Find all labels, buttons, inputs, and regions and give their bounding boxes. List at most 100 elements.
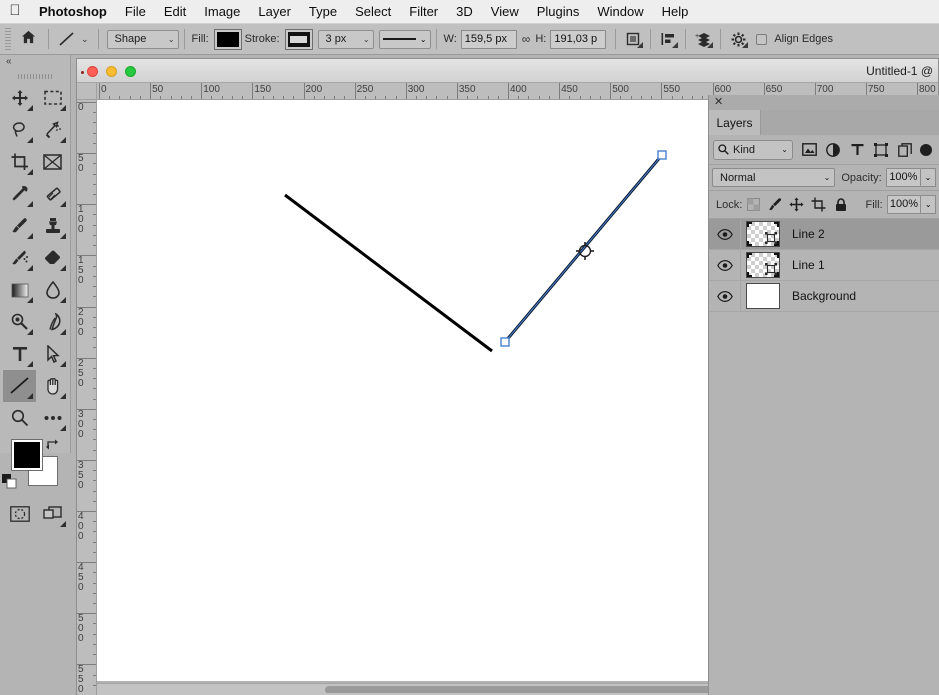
apple-logo-icon[interactable]: 	[0, 3, 30, 20]
layer-name[interactable]: Line 2	[792, 227, 825, 241]
menu-item-photoshop[interactable]: Photoshop	[30, 0, 116, 24]
brush-tool[interactable]	[3, 210, 36, 242]
close-icon[interactable]: ✕	[714, 96, 723, 108]
menu-item-window[interactable]: Window	[588, 0, 652, 24]
lock-all-icon[interactable]	[830, 194, 852, 216]
hand-tool[interactable]	[36, 370, 69, 402]
menu-item-filter[interactable]: Filter	[400, 0, 447, 24]
lasso-tool[interactable]	[3, 114, 36, 146]
filter-smart-objects-icon[interactable]	[893, 139, 917, 161]
ruler-origin-corner[interactable]	[77, 83, 97, 100]
frame-tool[interactable]	[36, 146, 69, 178]
chain-link-icon[interactable]: ∞	[517, 32, 534, 46]
filter-adjustment-layers-icon[interactable]	[821, 139, 845, 161]
fill-value[interactable]: 100%	[886, 195, 922, 214]
blend-mode-select[interactable]: Normal ⌄	[712, 168, 836, 187]
options-bar-grip[interactable]	[3, 28, 13, 50]
home-icon[interactable]	[13, 30, 43, 48]
default-colors-icon[interactable]	[2, 474, 17, 494]
menu-item-help[interactable]: Help	[653, 0, 698, 24]
gear-icon[interactable]	[726, 28, 750, 50]
shape-mode-select[interactable]: Shape ⌄	[106, 29, 179, 49]
menu-item-layer[interactable]: Layer	[249, 0, 300, 24]
path-selection-tool[interactable]	[36, 338, 69, 370]
quick-mask-icon[interactable]	[3, 498, 36, 530]
type-tool[interactable]	[3, 338, 36, 370]
swap-colors-icon[interactable]	[46, 438, 59, 453]
rectangular-marquee-tool[interactable]	[36, 82, 69, 114]
gradient-tool[interactable]	[3, 274, 36, 306]
stroke-color-swatch[interactable]	[284, 28, 313, 50]
eyedropper-tool[interactable]	[3, 178, 36, 210]
lock-image-pixels-icon[interactable]	[764, 194, 786, 216]
layer-row[interactable]: Line 1	[709, 250, 939, 281]
menu-item-image[interactable]: Image	[195, 0, 249, 24]
filter-kind-select[interactable]: Kind ⌄	[713, 139, 793, 160]
zoom-window-button[interactable]	[125, 66, 136, 77]
stroke-style-select[interactable]: ⌄	[378, 29, 431, 49]
pen-tool[interactable]	[36, 306, 69, 338]
path-alignment-icon[interactable]	[656, 28, 680, 50]
object-selection-tool[interactable]	[36, 114, 69, 146]
menu-item-plugins[interactable]: Plugins	[528, 0, 589, 24]
layer-thumbnail[interactable]	[746, 283, 780, 309]
width-input[interactable]: 159,5 px	[460, 29, 517, 49]
filter-toggle-icon[interactable]	[917, 139, 935, 161]
tab-layers[interactable]: Layers	[709, 110, 761, 135]
eraser-tool[interactable]	[36, 242, 69, 274]
menu-item-select[interactable]: Select	[346, 0, 400, 24]
clone-stamp-tool[interactable]	[36, 210, 69, 242]
transform-reference-point[interactable]	[576, 242, 594, 260]
move-tool[interactable]	[3, 82, 36, 114]
anchor-point-start[interactable]	[500, 337, 510, 347]
filter-pixel-layers-icon[interactable]	[797, 139, 821, 161]
lock-artboard-nesting-icon[interactable]	[808, 194, 830, 216]
menu-item-3d[interactable]: 3D	[447, 0, 482, 24]
path-operations-icon[interactable]	[621, 28, 645, 50]
layer-name[interactable]: Background	[792, 289, 856, 303]
close-window-button[interactable]	[87, 66, 98, 77]
healing-brush-tool[interactable]	[36, 178, 69, 210]
crop-tool[interactable]	[3, 146, 36, 178]
path-arrangement-icon[interactable]: +	[691, 28, 715, 50]
opacity-value[interactable]: 100%	[885, 168, 922, 187]
lock-transparent-pixels-icon[interactable]	[742, 194, 764, 216]
layer-thumbnail[interactable]	[746, 252, 780, 278]
history-brush-tool[interactable]	[3, 242, 36, 274]
menu-item-type[interactable]: Type	[300, 0, 346, 24]
eye-icon[interactable]	[709, 281, 741, 311]
dodge-tool[interactable]	[3, 306, 36, 338]
layer-row[interactable]: Background	[709, 281, 939, 312]
toolbox-grip[interactable]	[18, 70, 52, 82]
collapse-toolbar-button[interactable]: «	[0, 55, 70, 70]
vector-shapes-overlay[interactable]	[97, 100, 797, 681]
line-tool[interactable]	[3, 370, 36, 402]
stroke-width-select[interactable]: 3 px ⌄	[317, 29, 374, 49]
lock-position-icon[interactable]	[786, 194, 808, 216]
anchor-point-end[interactable]	[657, 150, 667, 160]
fill-stepper-chevron-icon[interactable]: ⌄	[921, 195, 937, 214]
tool-preset-caret-icon[interactable]: ⌄	[80, 34, 93, 45]
menu-item-file[interactable]: File	[116, 0, 155, 24]
line-tool-icon[interactable]	[54, 28, 80, 50]
screen-mode-icon[interactable]	[36, 498, 69, 530]
blur-tool[interactable]	[36, 274, 69, 306]
menu-item-view[interactable]: View	[482, 0, 528, 24]
foreground-color-swatch[interactable]	[11, 439, 43, 471]
filter-type-layers-icon[interactable]	[845, 139, 869, 161]
align-edges-checkbox[interactable]	[756, 33, 768, 45]
fill-color-swatch[interactable]	[213, 28, 242, 50]
layer-thumbnail[interactable]	[746, 221, 780, 247]
minimize-window-button[interactable]	[106, 66, 117, 77]
eye-icon[interactable]	[709, 219, 741, 249]
filter-shape-layers-icon[interactable]	[869, 139, 893, 161]
opacity-stepper-chevron-icon[interactable]: ⌄	[921, 168, 936, 187]
layer-row[interactable]: Line 2	[709, 219, 939, 250]
vertical-ruler[interactable]: 0 50 100 150 200 250 300 350 400 450 500 550	[77, 100, 97, 695]
edit-toolbar-tool[interactable]	[36, 402, 69, 434]
layer-name[interactable]: Line 1	[792, 258, 825, 272]
shape-line-1[interactable]	[284, 193, 493, 353]
zoom-tool[interactable]	[3, 402, 36, 434]
menu-item-edit[interactable]: Edit	[155, 0, 195, 24]
eye-icon[interactable]	[709, 250, 741, 280]
